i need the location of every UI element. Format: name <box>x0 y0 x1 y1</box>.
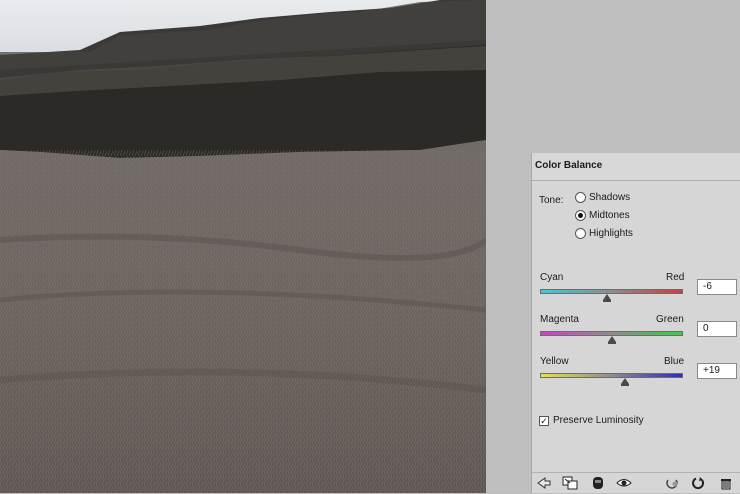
panel-title: Color Balance <box>532 153 740 181</box>
slider-right-label: Red <box>666 272 685 283</box>
mask-icon[interactable] <box>590 476 606 490</box>
radio-label: Highlights <box>589 227 633 239</box>
eye-visibility-icon[interactable] <box>616 476 632 490</box>
radio-shadows[interactable]: Shadows <box>575 190 630 204</box>
panel-bottom-toolbar <box>532 472 740 494</box>
slider-right-label: Green <box>656 314 684 325</box>
yellow-blue-slider[interactable] <box>540 373 683 378</box>
landscape-image <box>0 0 486 493</box>
cyan-red-slider[interactable] <box>540 289 683 294</box>
radio-button[interactable] <box>575 191 586 203</box>
preserve-luminosity-row[interactable]: ✓ Preserve Luminosity <box>539 415 644 426</box>
radio-label: Midtones <box>589 209 630 221</box>
tone-label: Tone: <box>539 195 564 206</box>
reset-icon[interactable] <box>690 476 706 490</box>
canvas-photo[interactable] <box>0 0 486 493</box>
slider-thumb[interactable] <box>621 378 630 386</box>
trash-icon[interactable] <box>718 476 734 490</box>
yellow-blue-value-input[interactable]: +19 <box>697 363 737 379</box>
radio-label: Shadows <box>589 191 631 203</box>
clip-to-layer-icon[interactable] <box>562 476 578 490</box>
magenta-green-value-input[interactable]: 0 <box>697 321 737 337</box>
cyan-red-value-input[interactable]: -6 <box>697 279 737 295</box>
slider-left-label: Magenta <box>540 314 579 325</box>
radio-highlights[interactable]: Highlights <box>575 226 633 240</box>
slider-thumb[interactable] <box>603 294 612 302</box>
radio-button[interactable] <box>575 209 586 221</box>
radio-button[interactable] <box>575 227 586 239</box>
radio-midtones[interactable]: Midtones <box>575 208 630 222</box>
slider-thumb[interactable] <box>607 336 616 344</box>
reset-previous-icon[interactable] <box>664 476 680 490</box>
preserve-luminosity-checkbox[interactable]: ✓ <box>539 415 549 426</box>
slider-left-label: Yellow <box>540 356 569 367</box>
checkbox-label: Preserve Luminosity <box>553 415 644 426</box>
slider-left-label: Cyan <box>540 272 564 283</box>
back-arrow-icon[interactable] <box>536 476 552 490</box>
color-balance-panel: Color Balance Tone: Shadows Midtones Hig… <box>531 153 740 493</box>
slider-right-label: Blue <box>664 356 685 367</box>
